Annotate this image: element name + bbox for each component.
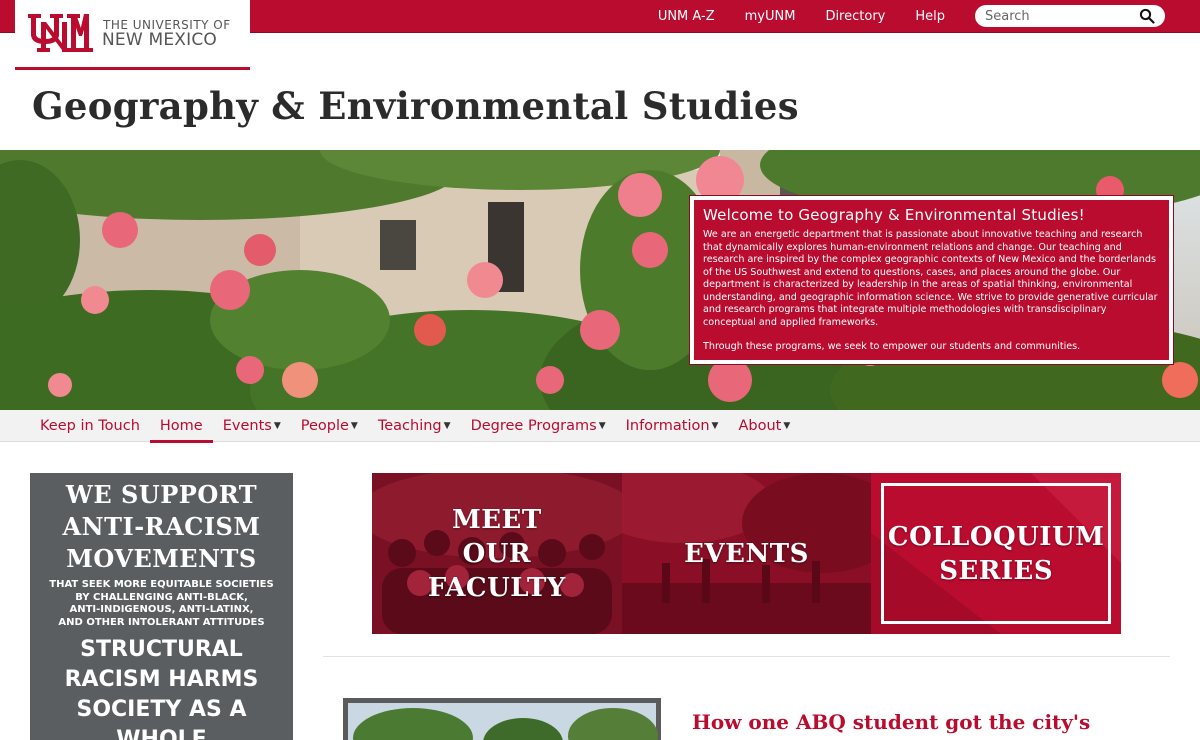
welcome-closing: Through these programs, we seek to empow… — [703, 341, 1081, 352]
tile-label-line: SERIES — [939, 555, 1054, 586]
meet-our-faculty-tile[interactable]: MEET OUR FACULTY — [372, 473, 622, 634]
tile-label-line: FACULTY — [427, 572, 566, 603]
poster-headline-line: ANTI-RACISM — [62, 512, 261, 541]
nav-item-degree-programs[interactable]: Degree Programs ▼ — [461, 410, 616, 442]
poster-subtext-line: ANTI-INDIGENOUS, ANTI-LATINX, — [69, 604, 254, 615]
poster-headline-line: WE SUPPORT — [65, 480, 258, 509]
caret-down-icon: ▼ — [711, 421, 719, 431]
link-myunm[interactable]: myUNM — [730, 9, 811, 24]
link-help[interactable]: Help — [900, 9, 960, 24]
search-input[interactable] — [985, 8, 1135, 24]
poster-headline2-line: RACISM HARMS — [64, 667, 259, 692]
nav-label: Keep in Touch — [40, 418, 140, 434]
nav-item-people[interactable]: People ▼ — [291, 410, 368, 442]
hero-banner: Welcome to Geography & Environmental Stu… — [0, 150, 1200, 410]
tile-label-line: OUR — [462, 538, 532, 569]
caret-down-icon: ▼ — [273, 421, 281, 431]
story-thumbnail[interactable] — [343, 698, 661, 740]
nav-label: About — [738, 418, 782, 434]
poster-subtext-line: THAT SEEK MORE EQUITABLE SOCIETIES — [49, 579, 274, 590]
events-tile[interactable]: EVENTS — [621, 473, 872, 634]
nav-item-events[interactable]: Events ▼ — [213, 410, 291, 442]
tile-label-line: EVENTS — [684, 538, 809, 569]
utility-links: UNM A-Z myUNM Directory Help — [643, 0, 960, 33]
welcome-body: We are an energetic department that is p… — [703, 229, 1158, 328]
welcome-heading: Welcome to Geography & Environmental Stu… — [703, 206, 1085, 224]
poster-headline-line: MOVEMENTS — [66, 544, 257, 573]
tile-label-line: COLLOQUIUM — [887, 521, 1105, 552]
site-title[interactable]: Geography & Environmental Studies — [32, 84, 799, 128]
tile-label-line: MEET — [451, 504, 542, 535]
caret-down-icon: ▼ — [598, 421, 606, 431]
caret-down-icon: ▼ — [350, 421, 358, 431]
logo-text-line2: NEW MEXICO — [102, 30, 217, 50]
nav-label: Events — [222, 418, 272, 434]
nav-item-information[interactable]: Information ▼ — [616, 410, 729, 442]
story-headline-link[interactable]: How one ABQ student got the city's atten… — [692, 708, 1172, 740]
main-navigation: Keep in Touch Home Events ▼ People ▼ Teach… — [0, 410, 1200, 443]
poster-headline2-line: STRUCTURAL — [80, 637, 243, 662]
nav-item-keep-in-touch[interactable]: Keep in Touch — [30, 410, 150, 442]
nav-label: People — [300, 418, 349, 434]
nav-item-about[interactable]: About ▼ — [728, 410, 800, 442]
welcome-box: Welcome to Geography & Environmental Stu… — [689, 195, 1174, 365]
search-box — [975, 5, 1165, 27]
feature-tiles: MEET OUR FACULTY EVENTS COLLOQUIUM SERIE… — [372, 473, 1122, 634]
caret-down-icon: ▼ — [783, 421, 791, 431]
poster-subtext-line: AND OTHER INTOLERANT ATTITUDES — [58, 616, 265, 628]
nav-label: Degree Programs — [470, 418, 597, 434]
poster-headline2-line: SOCIETY AS A — [76, 697, 247, 722]
nav-label: Information — [625, 418, 710, 434]
nav-item-home[interactable]: Home — [149, 410, 213, 443]
search-icon[interactable] — [1139, 8, 1155, 24]
unm-logo[interactable]: THE UNIVERSITY OF NEW MEXICO — [15, 0, 250, 70]
poster-headline2-line: WHOLE — [116, 727, 207, 740]
story-photo — [343, 698, 661, 740]
section-divider — [323, 656, 1170, 657]
caret-down-icon: ▼ — [443, 421, 451, 431]
nav-item-teaching[interactable]: Teaching ▼ — [368, 410, 461, 442]
link-directory[interactable]: Directory — [810, 9, 900, 24]
colloquium-series-tile[interactable]: COLLOQUIUM SERIES — [871, 473, 1122, 634]
anti-racism-poster[interactable]: WE SUPPORT ANTI-RACISM MOVEMENTS THAT SE… — [30, 473, 293, 740]
poster-subtext-line: BY CHALLENGING ANTI-BLACK, — [75, 591, 248, 603]
nav-label: Teaching — [377, 418, 442, 434]
link-unm-a-z[interactable]: UNM A-Z — [643, 9, 730, 24]
unm-lobo-mark-icon — [28, 14, 93, 52]
nav-label: Home — [159, 418, 203, 434]
